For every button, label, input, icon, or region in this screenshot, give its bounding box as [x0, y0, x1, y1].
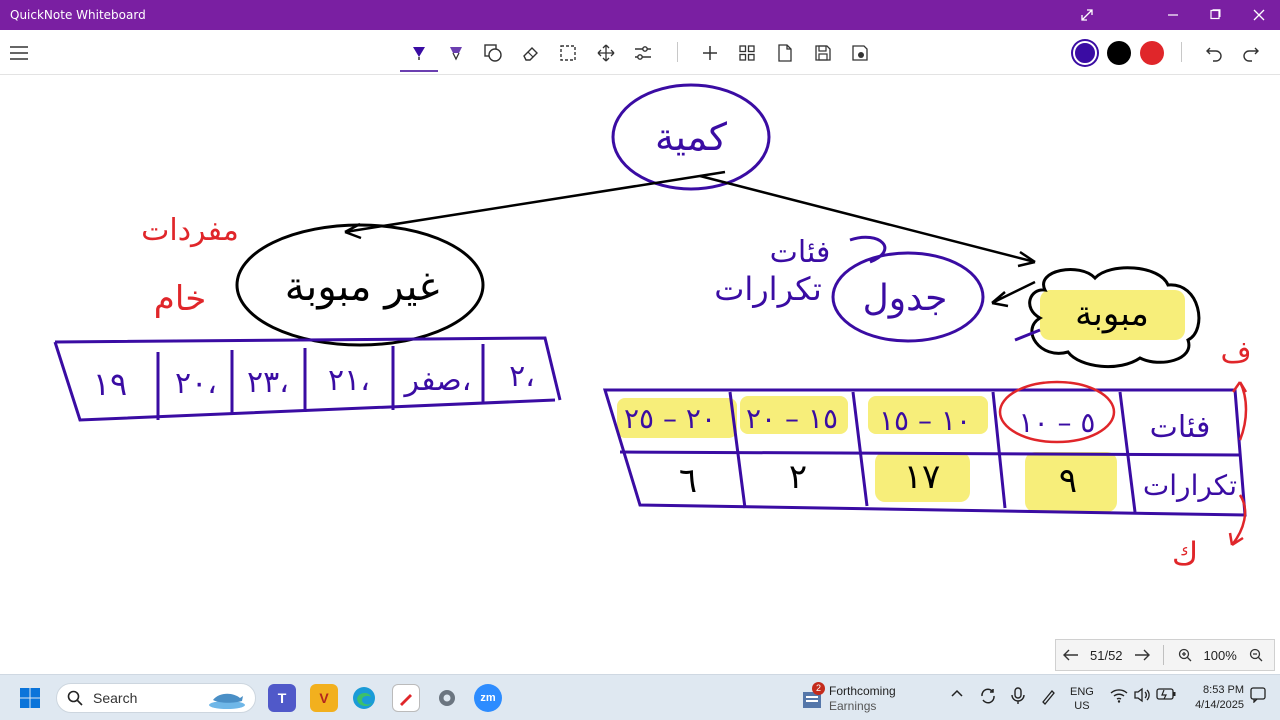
save-icon[interactable]	[808, 38, 838, 68]
edge-browser-icon[interactable]	[350, 684, 378, 712]
close-button[interactable]	[1236, 0, 1280, 30]
right-node-stroke	[1014, 328, 1041, 342]
maximize-button[interactable]	[1192, 0, 1238, 30]
eraser-icon[interactable]	[516, 38, 546, 68]
toolbar-divider	[1181, 42, 1182, 62]
pen-tray-icon[interactable]	[1040, 687, 1058, 708]
left-row-cell-3: ٢٣،	[247, 365, 289, 400]
wifi-icon[interactable]	[1110, 687, 1128, 706]
news-title: Forthcoming	[829, 684, 896, 698]
page-indicator: 51/52	[1090, 647, 1123, 663]
whiteboard-canvas[interactable]: كمية غير مبوبة مفردات خام ١٩ ٢٠، ٢٣، ٢١،…	[0, 76, 1280, 674]
add-icon[interactable]	[695, 38, 725, 68]
table-header-1: فئات	[1150, 410, 1211, 445]
table-node-label: جدول	[863, 278, 948, 319]
lasso-select-icon[interactable]	[553, 38, 583, 68]
page-navigator: 51/52 100%	[1055, 639, 1275, 671]
undo-icon[interactable]	[1199, 38, 1229, 68]
search-icon	[67, 690, 83, 706]
highlighter-icon[interactable]	[441, 38, 471, 68]
redo-icon[interactable]	[1236, 38, 1266, 68]
windows-start-icon[interactable]	[16, 684, 44, 712]
dolphin-icon	[209, 693, 245, 709]
vlc-app-icon[interactable]: V	[310, 684, 338, 712]
left-row-cell-4: ٢١،	[328, 363, 370, 398]
sync-icon[interactable]	[979, 687, 997, 708]
left-note-line2: خام	[154, 279, 206, 319]
export-icon[interactable]	[845, 38, 875, 68]
taskbar-clock[interactable]: 8:53 PM 4/14/2025	[1180, 683, 1244, 713]
zoom-level: 100%	[1203, 647, 1237, 663]
prev-page-icon[interactable]	[1056, 640, 1086, 670]
zoom-app-icon[interactable]: zm	[474, 684, 502, 712]
ink-layer: كمية غير مبوبة مفردات خام ١٩ ٢٠، ٢٣، ٢١،…	[53, 83, 1252, 573]
region-code: US	[1074, 700, 1090, 712]
freq-table-midline	[619, 450, 1241, 457]
left-row-cell-2: ٢٠،	[175, 366, 217, 401]
color-swatch-purple[interactable]	[1073, 41, 1097, 65]
table-header-3: ١٠ – ١٥	[879, 404, 971, 437]
table-header-4: ١٥ – ٢٠	[746, 402, 838, 435]
zoom-out-icon[interactable]	[1241, 640, 1271, 670]
arrow-left	[344, 170, 726, 234]
table-value-3: ١٧	[904, 457, 941, 497]
microphone-icon[interactable]	[1011, 687, 1025, 708]
settings-sliders-icon[interactable]	[628, 38, 658, 68]
next-page-icon[interactable]	[1127, 640, 1157, 670]
pen-icon[interactable]	[400, 38, 438, 72]
chevron-up-icon[interactable]	[950, 687, 964, 704]
window-title: QuickNote Whiteboard	[10, 8, 146, 22]
volume-icon[interactable]	[1133, 687, 1151, 706]
title-bar: QuickNote Whiteboard	[0, 0, 1280, 30]
color-swatch-red[interactable]	[1140, 41, 1164, 65]
whiteboard-app-icon[interactable]	[392, 684, 420, 712]
toolbar	[0, 30, 1280, 75]
language-indicator[interactable]: ENG US	[1070, 685, 1094, 713]
zoom-in-icon[interactable]	[1170, 640, 1200, 670]
left-node-label: غير مبوبة	[285, 264, 440, 310]
table-value-5: ٦	[679, 461, 697, 501]
side-label-top: ف	[1220, 335, 1251, 370]
left-row-cell-6: ٢،	[509, 359, 535, 394]
arrow-right	[699, 174, 1036, 264]
search-placeholder: Search	[93, 690, 138, 706]
news-subtitle: Earnings	[829, 699, 877, 713]
side-label-bottom: ك	[1172, 535, 1198, 573]
toolbar-divider	[677, 42, 678, 62]
grid-icon[interactable]	[732, 38, 762, 68]
left-row-cell-5: صفر،	[403, 363, 472, 398]
clock-date: 4/14/2025	[1195, 699, 1244, 711]
pagenav-divider	[1162, 645, 1164, 665]
battery-icon[interactable]	[1156, 687, 1176, 704]
language-code: ENG	[1070, 686, 1094, 698]
app-window: QuickNote Whiteboard كمية غير مبوبة مفرد…	[0, 0, 1280, 720]
news-badge: 2	[812, 682, 825, 695]
taskbar-search[interactable]: Search	[56, 683, 256, 713]
settings-gear-icon[interactable]	[433, 684, 461, 712]
table-value-1: تكرارات	[1143, 469, 1237, 502]
news-widget[interactable]: 2 Forthcoming Earnings	[800, 682, 930, 716]
table-header-5: ٢٠ – ٢٥	[624, 402, 716, 435]
page-icon[interactable]	[770, 38, 800, 68]
expand-icon[interactable]	[1064, 0, 1110, 30]
table-header-2: ٥ – ١٠	[1019, 406, 1096, 439]
left-note-line1: مفردات	[141, 213, 239, 248]
pan-icon[interactable]	[591, 38, 621, 68]
right-node-label: مبوبة	[1075, 294, 1149, 334]
menu-icon[interactable]	[4, 38, 34, 68]
color-swatch-black[interactable]	[1107, 41, 1131, 65]
right-note-line1: فئات	[770, 235, 831, 270]
right-note-line2: تكرارات	[714, 270, 822, 308]
notification-icon[interactable]	[1250, 687, 1266, 706]
shapes-icon[interactable]	[478, 38, 508, 68]
left-row-cell-1: ١٩	[93, 365, 127, 403]
clock-time: 8:53 PM	[1203, 684, 1244, 696]
minimize-button[interactable]	[1150, 0, 1196, 30]
red-arrow-down	[1228, 494, 1247, 547]
teams-icon[interactable]: T	[268, 684, 296, 712]
root-node-label: كمية	[655, 115, 728, 159]
table-value-2: ٩	[1059, 461, 1077, 501]
taskbar: Search T V zm 2 Forthcoming Earnings ENG…	[0, 674, 1280, 720]
table-value-4: ٢	[789, 457, 807, 497]
